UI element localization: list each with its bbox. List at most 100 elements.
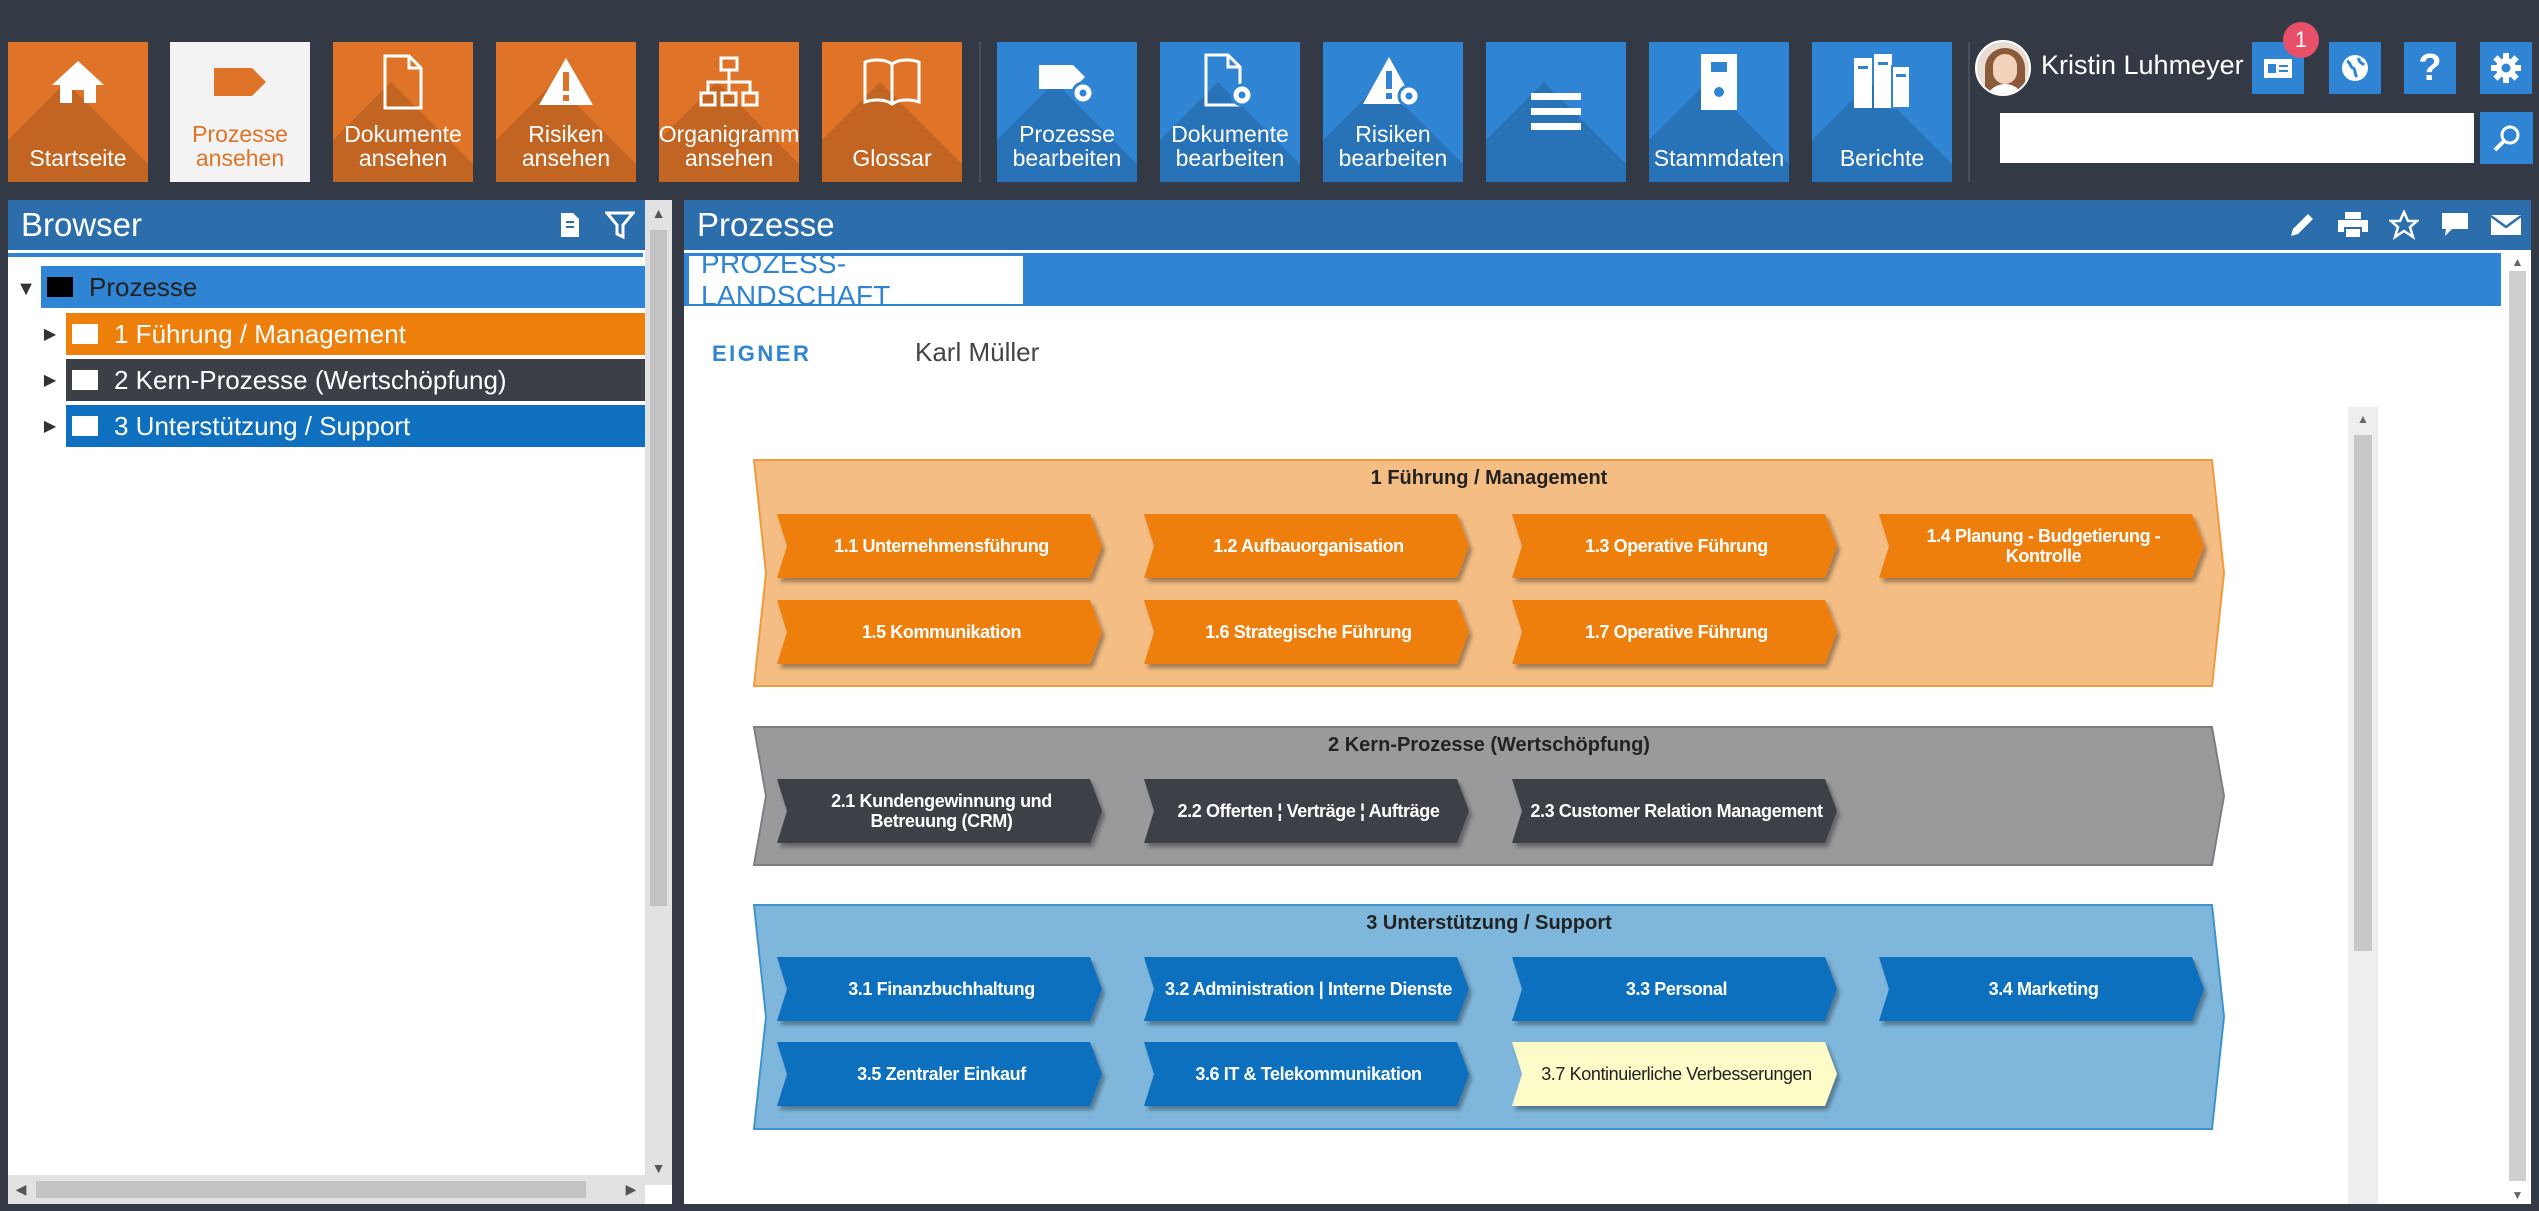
- process-item-label: 1.3 Operative Führung: [1585, 536, 1768, 556]
- process-item-label: 3.6 IT & Telekommunikation: [1195, 1064, 1421, 1084]
- process-item[interactable]: 3.4 Marketing: [1879, 957, 2204, 1021]
- process-item-label: 3.2 Administration | Interne Dienste: [1165, 979, 1452, 999]
- process-item[interactable]: 3.2 Administration | Interne Dienste: [1144, 957, 1469, 1021]
- comment-button[interactable]: [2429, 200, 2480, 250]
- tree-expand-toggle[interactable]: ▼: [14, 278, 38, 301]
- settings-button[interactable]: [2480, 42, 2532, 94]
- new-document-button[interactable]: [545, 200, 595, 250]
- scrollbar-thumb[interactable]: [2354, 435, 2372, 951]
- process-item[interactable]: 2.3 Customer Relation Management: [1512, 779, 1837, 843]
- process-item-label: 2.2 Offerten ¦ Verträge ¦ Aufträge: [1178, 801, 1440, 821]
- dokumente-ansehen-label-1: Dokumente: [344, 121, 462, 147]
- scroll-up-arrow[interactable]: ▲: [645, 200, 672, 226]
- scrollbar-thumb[interactable]: [650, 230, 667, 906]
- search-button[interactable]: [2480, 112, 2533, 164]
- process-item[interactable]: 1.4 Planung - Budgetierung -Kontrolle: [1879, 514, 2204, 578]
- home-icon: [52, 61, 104, 103]
- tree-expand-toggle[interactable]: ▶: [38, 416, 62, 436]
- process-item[interactable]: 1.7 Operative Führung: [1512, 600, 1837, 664]
- dokumente-ansehen-label-2: ansehen: [358, 145, 448, 171]
- process-item-label: 3.3 Personal: [1626, 979, 1727, 999]
- risiken-ansehen-button[interactable]: Risiken ansehen: [496, 42, 636, 182]
- process-item[interactable]: 3.3 Personal: [1512, 957, 1837, 1021]
- scrollbar-thumb[interactable]: [36, 1181, 586, 1198]
- tree-node-kern-prozesse[interactable]: 2 Kern-Prozesse (Wertschöpfung): [66, 359, 645, 401]
- scroll-right-arrow[interactable]: ▶: [618, 1175, 644, 1204]
- process-band-title: 2 Kern-Prozesse (Wertschöpfung): [1328, 734, 1650, 756]
- process-item[interactable]: 1.6 Strategische Führung: [1144, 600, 1469, 664]
- avatar: [1975, 40, 2031, 96]
- tree-node-label: 1 Führung / Management: [114, 318, 406, 349]
- diagram-scrollbar[interactable]: ▲: [2348, 407, 2378, 1204]
- process-item[interactable]: 2.1 Kundengewinnung undBetreuung (CRM): [777, 779, 1102, 843]
- process-item-label: 3.5 Zentraler Einkauf: [857, 1064, 1027, 1084]
- toolbar-separator: [1968, 42, 1970, 182]
- scrollbar-thumb[interactable]: [2509, 271, 2526, 1181]
- process-item[interactable]: 3.7 Kontinuierliche Verbesserungen: [1512, 1042, 1837, 1106]
- glossar-label: Glossar: [852, 145, 932, 171]
- tree-node-label: Prozesse: [89, 271, 198, 302]
- language-button[interactable]: [2329, 42, 2381, 94]
- glossar-button[interactable]: Glossar: [822, 42, 962, 182]
- tree-expand-toggle[interactable]: ▶: [38, 324, 62, 344]
- folder-icon: [47, 277, 73, 297]
- browser-vertical-scrollbar[interactable]: ▲ ▼: [645, 200, 672, 1185]
- search-input[interactable]: [2000, 113, 2474, 163]
- startseite-button[interactable]: Startseite: [8, 42, 148, 182]
- notification-badge: 1: [2283, 22, 2319, 58]
- process-tag-icon: [214, 68, 266, 96]
- process-item-label: Betreuung (CRM): [871, 811, 1013, 831]
- scroll-up-arrow[interactable]: ▲: [2348, 407, 2378, 431]
- menu-button[interactable]: [1486, 42, 1626, 182]
- id-card-icon: [2264, 59, 2292, 78]
- process-item[interactable]: 3.5 Zentraler Einkauf: [777, 1042, 1102, 1106]
- warning-edit-icon: [1363, 57, 1421, 108]
- toolbar-separator: [979, 42, 981, 182]
- browser-panel: Browser ▼ Prozesse ▶ 1 Führung / Managem…: [8, 200, 672, 1204]
- dokumente-bearbeiten-label-1: Dokumente: [1171, 121, 1289, 147]
- process-item-label: 3.7 Kontinuierliche Verbesserungen: [1541, 1064, 1812, 1084]
- scroll-down-arrow[interactable]: ▼: [645, 1155, 672, 1181]
- process-item[interactable]: 1.5 Kommunikation: [777, 600, 1102, 664]
- process-item-label: 1.7 Operative Führung: [1585, 622, 1768, 642]
- risiken-bearbeiten-button[interactable]: Risiken bearbeiten: [1323, 42, 1463, 182]
- header-underline: [8, 253, 643, 257]
- filter-button[interactable]: [595, 200, 645, 250]
- scroll-down-arrow[interactable]: ▼: [2504, 1186, 2531, 1204]
- process-item[interactable]: 3.6 IT & Telekommunikation: [1144, 1042, 1469, 1106]
- berichte-button[interactable]: Berichte: [1812, 42, 1952, 182]
- dokumente-bearbeiten-button[interactable]: Dokumente bearbeiten: [1160, 42, 1300, 182]
- globe-icon: [2342, 55, 2368, 81]
- process-item[interactable]: 1.3 Operative Führung: [1512, 514, 1837, 578]
- prozesse-ansehen-button[interactable]: Prozesse ansehen: [170, 42, 310, 182]
- process-item-label: 3.4 Marketing: [1989, 979, 2099, 999]
- tree-node-prozesse[interactable]: Prozesse: [41, 266, 645, 308]
- tree-node-unterstuetzung[interactable]: 3 Unterstützung / Support: [66, 405, 645, 447]
- scroll-up-arrow[interactable]: ▲: [2504, 253, 2531, 271]
- organigramm-ansehen-label-2: ansehen: [684, 145, 774, 171]
- document-small-icon: [561, 213, 579, 237]
- content-vertical-scrollbar[interactable]: ▲ ▼: [2504, 253, 2531, 1204]
- email-button[interactable]: [2480, 200, 2531, 250]
- user-menu[interactable]: Kristin Luhmeyer: [1975, 40, 2244, 96]
- scroll-left-arrow[interactable]: ◀: [8, 1175, 34, 1204]
- question-mark-icon: ?: [2418, 46, 2442, 89]
- folder-icon: [72, 324, 98, 344]
- process-edit-icon: [1039, 65, 1095, 105]
- tree-expand-toggle[interactable]: ▶: [38, 370, 62, 390]
- prozesse-ansehen-label-1: Prozesse: [192, 121, 288, 147]
- help-button[interactable]: ?: [2404, 42, 2456, 94]
- dokumente-ansehen-button[interactable]: Dokumente ansehen: [333, 42, 473, 182]
- tree-node-fuehrung[interactable]: 1 Führung / Management: [66, 313, 645, 355]
- favorite-button[interactable]: [2378, 200, 2429, 250]
- prozesse-bearbeiten-button[interactable]: Prozesse bearbeiten: [997, 42, 1137, 182]
- process-item-label: 1.2 Aufbauorganisation: [1213, 536, 1404, 556]
- process-item[interactable]: 1.1 Unternehmensführung: [777, 514, 1102, 578]
- tree-node-label: 3 Unterstützung / Support: [114, 410, 411, 441]
- stammdaten-button[interactable]: Stammdaten: [1649, 42, 1789, 182]
- organigramm-ansehen-button[interactable]: Organigramm ansehen: [659, 42, 799, 182]
- process-item[interactable]: 1.2 Aufbauorganisation: [1144, 514, 1469, 578]
- process-item[interactable]: 2.2 Offerten ¦ Verträge ¦ Aufträge: [1144, 779, 1469, 843]
- browser-horizontal-scrollbar[interactable]: ◀ ▶: [8, 1175, 645, 1204]
- process-item[interactable]: 3.1 Finanzbuchhaltung: [777, 957, 1102, 1021]
